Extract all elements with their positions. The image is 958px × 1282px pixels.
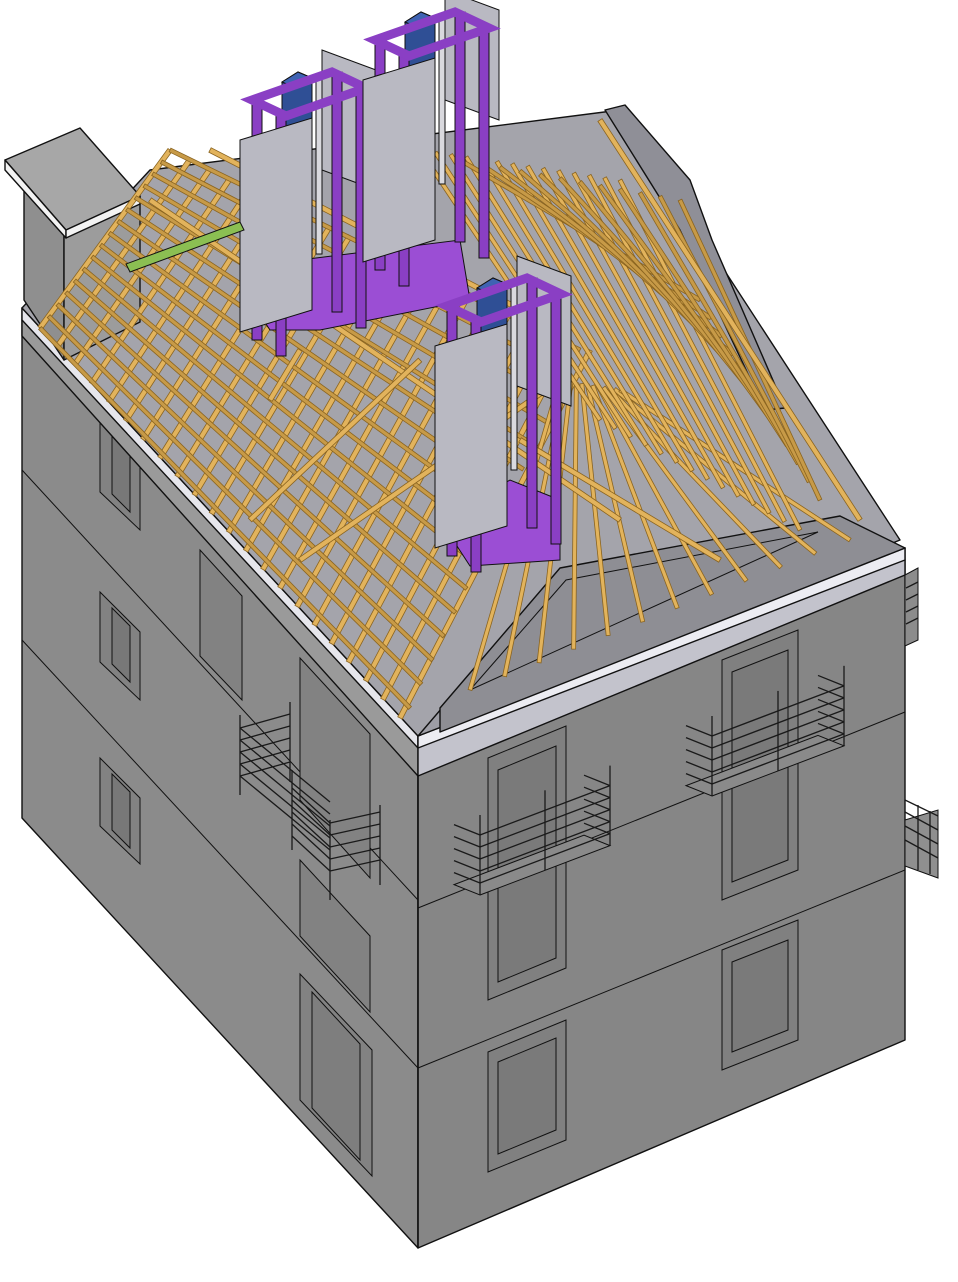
frame-post	[526, 277, 538, 529]
building-isometric-drawing	[4, 0, 939, 1249]
shaft-frame	[239, 49, 378, 357]
partition-panel	[434, 323, 508, 549]
frame-post	[478, 27, 490, 259]
frame-post	[454, 11, 466, 243]
partition-panel	[362, 57, 436, 263]
partition-panel	[239, 117, 313, 333]
side-stair-railing	[904, 567, 939, 879]
frame-post	[550, 293, 562, 545]
frame-post	[331, 71, 343, 313]
shaft-frame	[434, 255, 573, 573]
